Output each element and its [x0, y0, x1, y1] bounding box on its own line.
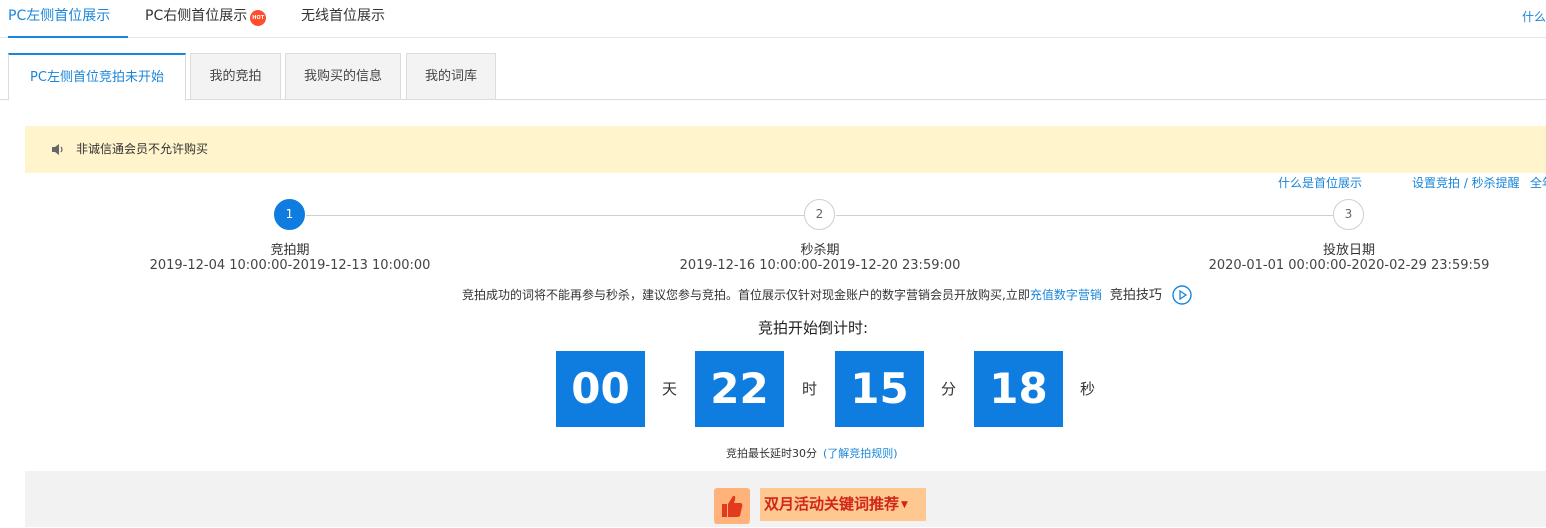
- full-year-link[interactable]: 全年: [1530, 174, 1546, 191]
- countdown-seconds-unit: 秒: [1080, 380, 1096, 398]
- speaker-icon: [52, 144, 63, 155]
- auction-rules-link[interactable]: (了解竞拍规则): [823, 447, 898, 460]
- play-icon[interactable]: [1172, 285, 1192, 305]
- countdown-days-unit: 天: [662, 380, 678, 398]
- notice-bar: 非诚信通会员不允许购买: [25, 126, 1546, 173]
- subtab-my-wordbank[interactable]: 我的词库: [406, 53, 496, 100]
- countdown-days: 00: [556, 351, 645, 427]
- what-is-link[interactable]: 什么: [1522, 8, 1546, 25]
- recharge-link[interactable]: 充值数字营销: [1030, 288, 1102, 302]
- step-3-date: 2020-01-01 00:00:00-2020-02-29 23:59:59: [1208, 258, 1490, 273]
- delay-info: 竞拍最长延时30分 (了解竞拍规则): [726, 445, 898, 461]
- step-1-marker: 1: [274, 199, 305, 230]
- tab-label: 无线首位展示: [301, 8, 385, 24]
- countdown-hours-unit: 时: [802, 380, 818, 398]
- step-connector: [306, 215, 804, 216]
- countdown-title: 竞拍开始倒计时:: [757, 319, 869, 337]
- caret-down-icon: ▼: [901, 500, 908, 510]
- tab-label: PC右侧首位展示: [145, 8, 248, 24]
- subtab-my-purchases[interactable]: 我购买的信息: [285, 53, 401, 100]
- subtab-my-auctions[interactable]: 我的竞拍: [190, 53, 281, 100]
- subtab-auction-not-started[interactable]: PC左侧首位竞拍未开始: [8, 53, 186, 101]
- tab-mobile-top[interactable]: 无线首位展示: [301, 0, 385, 38]
- top-tab-bar: PC左侧首位展示 PC右侧首位展示 HOT 无线首位展示 什么: [0, 0, 1546, 38]
- step-connector: [836, 215, 1333, 216]
- step-2-title: 秒杀期: [800, 243, 840, 258]
- step-2-marker: 2: [804, 199, 835, 230]
- hot-badge-icon: HOT: [250, 10, 267, 26]
- countdown-hours: 22: [695, 351, 784, 427]
- step-1-title: 竞拍期: [270, 243, 310, 258]
- auction-tips-label[interactable]: 竞拍技巧: [1110, 288, 1162, 303]
- step-1-date: 2019-12-04 10:00:00-2019-12-13 10:00:00: [149, 258, 431, 273]
- delay-text: 竞拍最长延时30分: [726, 447, 817, 460]
- thumbs-up-icon: [714, 488, 750, 524]
- notice-text: 非诚信通会员不允许购买: [76, 142, 209, 156]
- tab-label: PC左侧首位展示: [8, 8, 111, 24]
- step-2-date: 2019-12-16 10:00:00-2019-12-20 23:59:00: [679, 258, 961, 273]
- countdown-seconds: 18: [974, 351, 1063, 427]
- step-3-marker: 3: [1333, 199, 1364, 230]
- countdown-minutes-unit: 分: [941, 380, 957, 398]
- set-reminder-link[interactable]: 设置竞拍 / 秒杀提醒: [1412, 174, 1520, 191]
- sub-tab-bar: PC左侧首位竞拍未开始 我的竞拍 我购买的信息 我的词库: [0, 53, 1546, 101]
- tab-pc-right-top[interactable]: PC右侧首位展示 HOT: [145, 0, 267, 38]
- promo-keyword-dropdown[interactable]: 双月活动关键词推荐 ▼: [760, 488, 926, 521]
- promo-label: 双月活动关键词推荐: [764, 495, 900, 513]
- tab-pc-left-top[interactable]: PC左侧首位展示: [8, 0, 128, 38]
- advice-body: 竞拍成功的词将不能再参与秒杀，建议您参与竞拍。首位展示仅针对现金账户的数字营销会…: [462, 288, 1030, 302]
- countdown-minutes: 15: [835, 351, 924, 427]
- advice-text: 竞拍成功的词将不能再参与秒杀，建议您参与竞拍。首位展示仅针对现金账户的数字营销会…: [462, 287, 1162, 304]
- what-is-top-link[interactable]: 什么是首位展示: [1278, 174, 1362, 191]
- step-3-title: 投放日期: [1322, 243, 1375, 258]
